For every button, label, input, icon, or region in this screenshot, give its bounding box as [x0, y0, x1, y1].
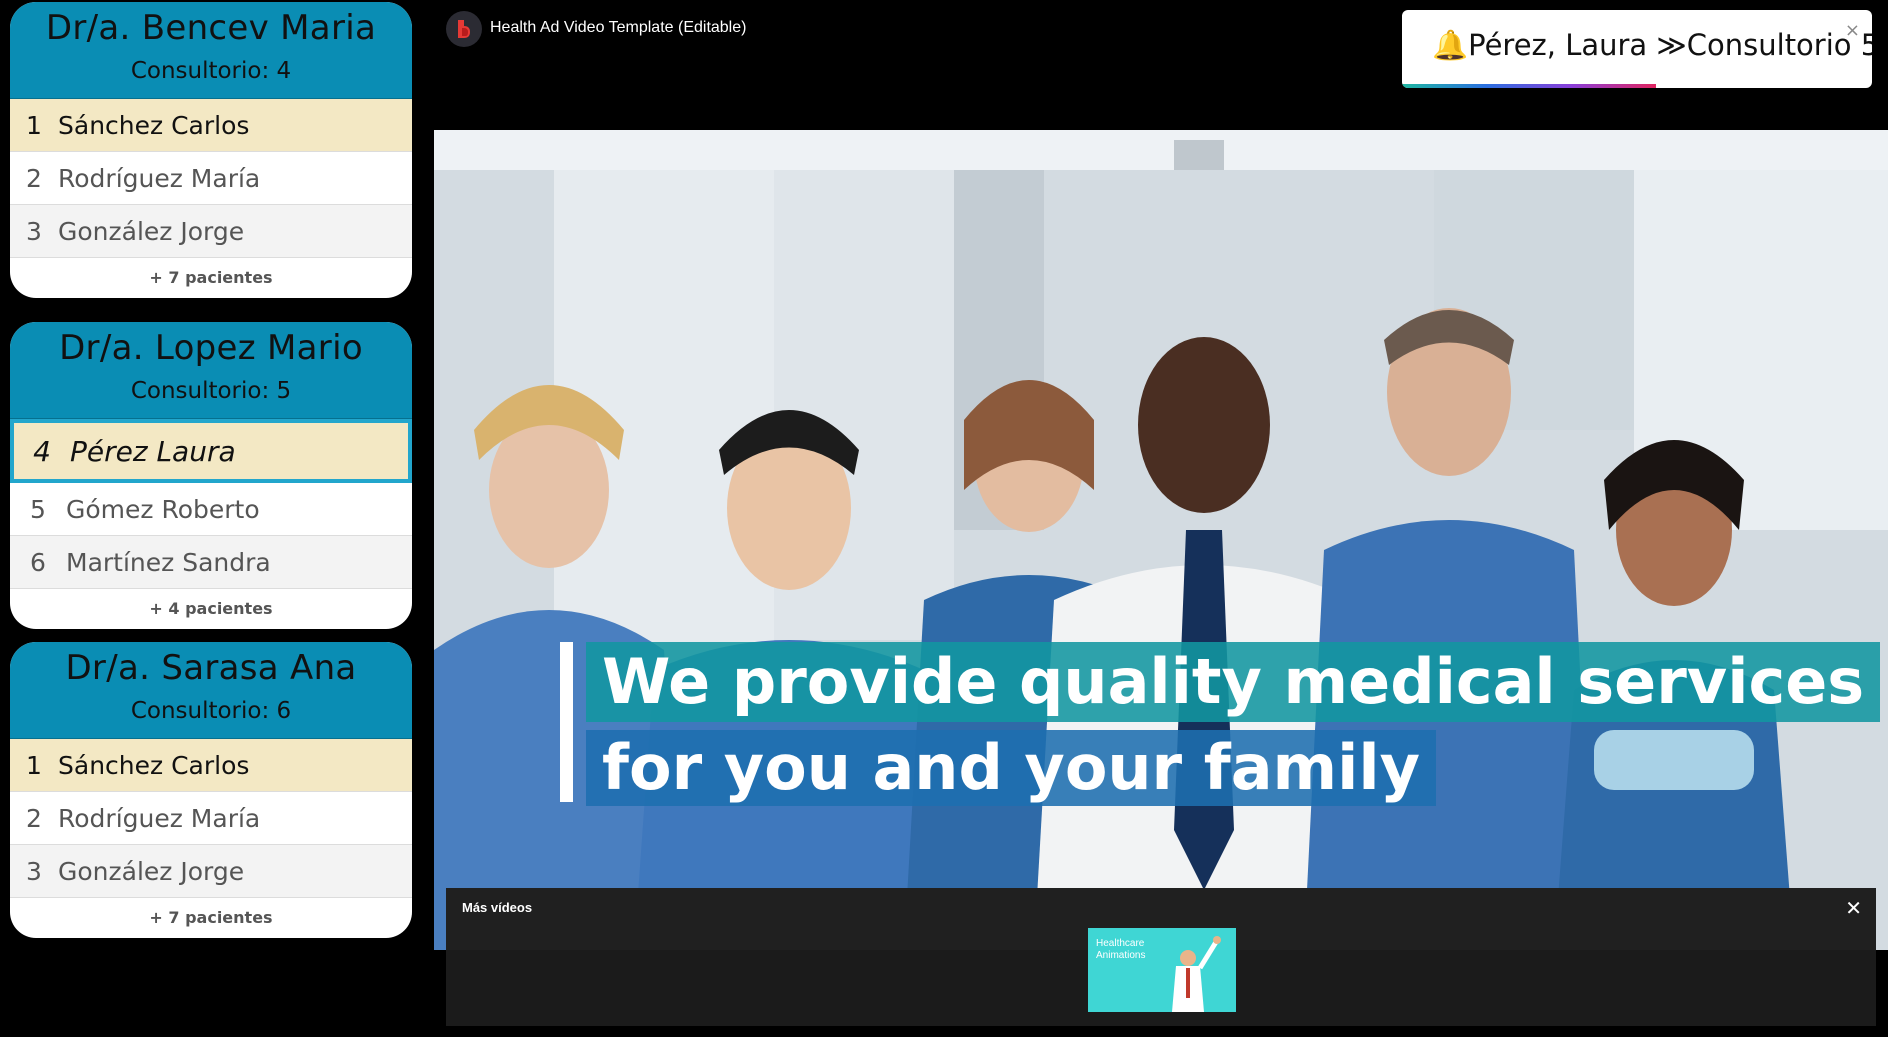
video-thumbnail[interactable]: Healthcare Animations: [1088, 928, 1236, 1012]
patient-row[interactable]: 2 Rodríguez María: [10, 792, 412, 845]
caption-line-2: for you and your family: [586, 730, 1437, 806]
channel-logo-icon[interactable]: [446, 11, 482, 47]
patient-name: Martínez Sandra: [66, 547, 271, 577]
room-label: Consultorio: 5: [130, 378, 292, 404]
doctor-name: Dr/a. Bencev Maria: [45, 8, 377, 48]
patient-name: Sánchez Carlos: [58, 110, 250, 140]
doctor-name: Dr/a. Lopez Mario: [59, 328, 363, 368]
patient-name: Gómez Roberto: [66, 494, 260, 524]
queue-card-lopez: Dr/a. Lopez Mario Consultorio: 5 4 Pérez…: [10, 322, 412, 629]
more-patients-label: + 4 pacientes: [149, 599, 273, 618]
more-patients-label: + 7 pacientes: [149, 268, 273, 287]
queue-card-sarasa: Dr/a. Sarasa Ana Consultorio: 6 1 Sánche…: [10, 642, 412, 938]
more-videos-panel: Más vídeos ✕ Healthcare Animations: [446, 888, 1876, 1026]
patient-number: 1: [26, 750, 42, 780]
room-label: Consultorio: 4: [130, 58, 292, 84]
bell-icon: 🔔: [1432, 28, 1469, 62]
queue-card-bencev: Dr/a. Bencev Maria Consultorio: 4 1 Sánc…: [10, 2, 412, 298]
patient-number: 3: [26, 216, 42, 246]
close-icon[interactable]: ×: [1845, 20, 1860, 41]
card-header: Dr/a. Lopez Mario Consultorio: 5: [10, 322, 412, 419]
room-label: Consultorio: 6: [130, 698, 292, 724]
video-scene: [434, 130, 1888, 950]
patient-name: Pérez Laura: [70, 434, 236, 468]
thumbnail-doctor-icon: [1172, 936, 1221, 1012]
patient-number: 4: [33, 434, 51, 468]
more-patients-label: + 7 pacientes: [149, 908, 273, 927]
patient-name: Rodríguez María: [58, 803, 261, 833]
video-title[interactable]: Health Ad Video Template (Editable): [490, 19, 746, 37]
close-icon[interactable]: ✕: [1845, 896, 1862, 920]
patient-row[interactable]: 3 González Jorge: [10, 845, 412, 898]
patient-row[interactable]: 2 Rodríguez María: [10, 152, 412, 205]
patient-row[interactable]: 1 Sánchez Carlos: [10, 739, 412, 792]
more-videos-label: Más vídeos: [462, 900, 533, 915]
patient-number: 3: [26, 856, 42, 886]
card-header: Dr/a. Sarasa Ana Consultorio: 6: [10, 642, 412, 739]
patient-number: 2: [26, 803, 42, 833]
caption-line-1: We provide quality medical services: [586, 642, 1881, 722]
patient-row-called[interactable]: 4 Pérez Laura: [10, 419, 412, 483]
patient-number: 1: [26, 110, 42, 140]
notification-progress: [1402, 84, 1656, 88]
patient-number: 5: [30, 494, 46, 524]
doctor-name: Dr/a. Sarasa Ana: [65, 648, 357, 688]
patient-number: 2: [26, 163, 42, 193]
patient-row[interactable]: 6 Martínez Sandra: [10, 536, 412, 589]
patient-name: González Jorge: [58, 216, 245, 246]
patient-number: 6: [30, 547, 46, 577]
caption-accent-bar: [560, 642, 573, 802]
patient-name: González Jorge: [58, 856, 245, 886]
patient-row[interactable]: 5 Gómez Roberto: [10, 483, 412, 536]
patient-name: Rodríguez María: [58, 163, 261, 193]
card-header: Dr/a. Bencev Maria Consultorio: 4: [10, 2, 412, 99]
call-notification[interactable]: 🔔Pérez, Laura ≫Consultorio 5 ×: [1402, 10, 1872, 88]
patient-name: Sánchez Carlos: [58, 750, 250, 780]
patient-row[interactable]: 3 González Jorge: [10, 205, 412, 258]
video-frame[interactable]: We provide quality medical services for …: [434, 130, 1888, 950]
patient-row[interactable]: 1 Sánchez Carlos: [10, 99, 412, 152]
notification-text: 🔔Pérez, Laura ≫Consultorio 5: [1432, 28, 1872, 62]
